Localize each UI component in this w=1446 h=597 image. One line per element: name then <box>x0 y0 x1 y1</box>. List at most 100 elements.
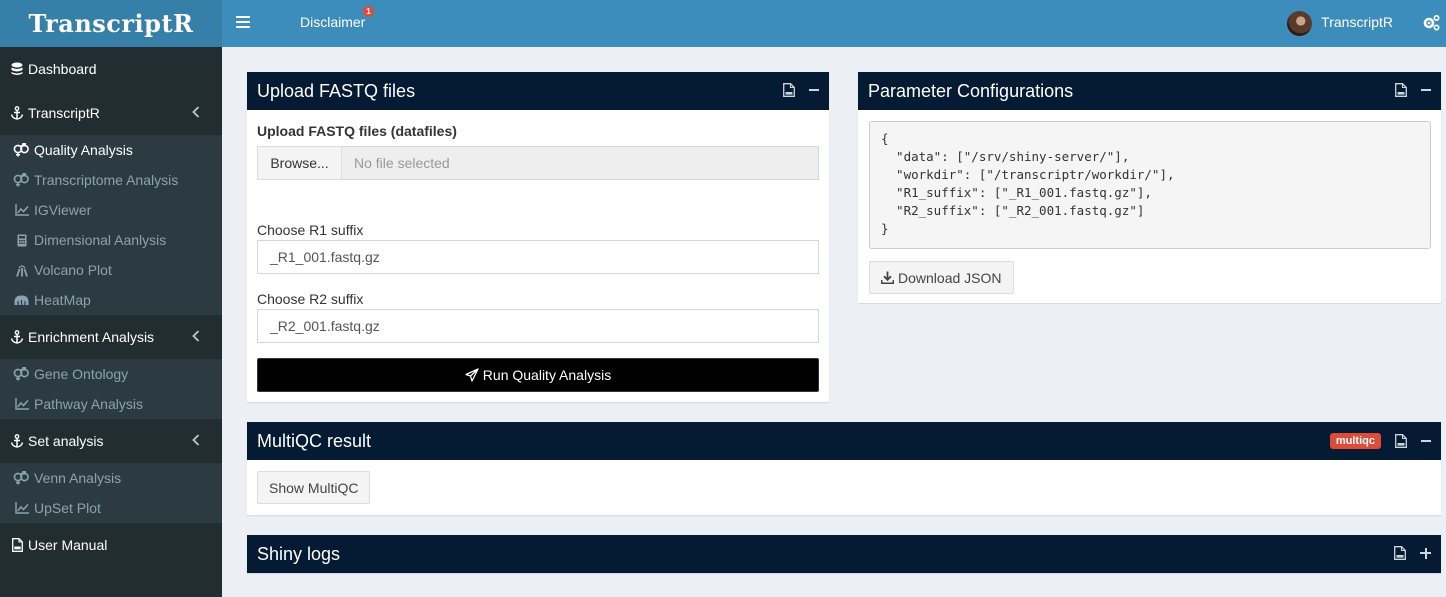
sidebar-item-label: Volcano Plot <box>34 262 112 278</box>
gears-icon[interactable] <box>1422 14 1440 32</box>
box-tools <box>783 83 819 97</box>
sidebar-item-label: Venn Analysis <box>34 470 122 486</box>
box-title: Upload FASTQ files <box>257 80 416 101</box>
sidebar-item-label: Set analysis <box>28 433 104 449</box>
sidebar-item-volcano-plot[interactable]: Volcano Plot <box>0 255 222 285</box>
dome-icon <box>13 293 30 307</box>
button-label: Run Quality Analysis <box>482 367 612 383</box>
disclaimer-link[interactable]: Disclaimer <box>300 14 365 30</box>
button-label: Download JSON <box>898 269 1002 286</box>
r2-suffix-label: Choose R2 suffix <box>257 291 364 307</box>
sidebar-item-label: Quality Analysis <box>34 142 133 158</box>
file-pdf-icon[interactable] <box>1394 546 1406 560</box>
browse-button[interactable]: Browse... <box>257 146 342 180</box>
sidebar-item-transcriptome-analysis[interactable]: Transcriptome Analysis <box>0 165 222 195</box>
anchor-icon <box>10 106 24 120</box>
sidebar-item-heatmap[interactable]: HeatMap <box>0 285 222 315</box>
box-title: MultiQC result <box>257 430 372 451</box>
expand-plus-icon[interactable] <box>1420 547 1431 559</box>
parameter-config-box: Parameter Configurations { "data": ["/sr… <box>858 72 1441 303</box>
anchor-icon <box>10 434 24 448</box>
line-chart-icon <box>13 501 30 515</box>
venus-mars-icon <box>13 173 30 187</box>
sidebar-item-label: UpSet Plot <box>34 500 101 516</box>
file-input-label: Upload FASTQ files (datafiles) <box>257 123 457 139</box>
json-config-output: { "data": ["/srv/shiny-server/"], "workd… <box>869 121 1431 249</box>
sidebar-item-label: TranscriptR <box>28 105 100 121</box>
download-icon <box>881 271 894 284</box>
run-quality-analysis-button[interactable]: Run Quality Analysis <box>257 358 819 392</box>
sidebar-item-label: Dashboard <box>28 61 97 77</box>
user-avatar[interactable] <box>1287 11 1312 36</box>
sidebar-item-venn-analysis[interactable]: Venn Analysis <box>0 463 222 493</box>
shiny-logs-box: Shiny logs <box>247 535 1441 573</box>
line-chart-icon <box>13 203 30 217</box>
file-pdf-icon[interactable] <box>1395 83 1407 97</box>
file-input-group: Browse... No file selected <box>257 146 819 180</box>
user-menu-name[interactable]: TranscriptR <box>1321 14 1393 30</box>
sidebar-item-label: Transcriptome Analysis <box>34 172 179 188</box>
file-pdf-icon[interactable] <box>783 83 795 97</box>
show-multiqc-button[interactable]: Show MultiQC <box>257 471 371 504</box>
sidebar-item-label: Gene Ontology <box>34 366 129 382</box>
sidebar-item-label: IGViewer <box>34 202 92 218</box>
minimize-icon[interactable] <box>1421 440 1431 442</box>
sidebar-submenu-enrichment: Gene Ontology Pathway Analysis <box>0 359 222 419</box>
volcano-icon <box>13 263 30 277</box>
sidebar-item-label: Dimensional Aanlysis <box>34 232 167 248</box>
sidebar-item-dashboard[interactable]: Dashboard <box>0 47 222 91</box>
box-title: Parameter Configurations <box>868 80 1074 101</box>
app-logo[interactable]: TranscriptR <box>0 0 222 47</box>
database-icon <box>10 62 24 76</box>
sidebar-item-set-analysis[interactable]: Set analysis <box>0 419 222 463</box>
sidebar-toggle-icon[interactable] <box>236 13 250 29</box>
sidebar-item-dimensional-analysis[interactable]: Dimensional Aanlysis <box>0 225 222 255</box>
paper-plane-icon <box>465 368 479 382</box>
sidebar-item-gene-ontology[interactable]: Gene Ontology <box>0 359 222 389</box>
venus-mars-icon <box>13 471 30 485</box>
file-pdf-icon <box>10 538 24 552</box>
file-name-field[interactable]: No file selected <box>342 146 819 180</box>
sidebar-item-igviewer[interactable]: IGViewer <box>0 195 222 225</box>
calculator-icon <box>13 233 30 247</box>
multiqc-badge: multiqc <box>1329 433 1381 449</box>
sidebar-item-label: User Manual <box>28 537 108 553</box>
sidebar-item-user-manual[interactable]: User Manual <box>0 523 222 567</box>
sidebar-item-transcriptr[interactable]: TranscriptR <box>0 91 222 135</box>
sidebar: Dashboard TranscriptR Quality Analysis T… <box>0 47 222 597</box>
venus-mars-icon <box>13 367 30 381</box>
upload-fastq-box: Upload FASTQ files Upload FASTQ files (d… <box>247 72 829 402</box>
sidebar-item-label: Pathway Analysis <box>34 396 143 412</box>
file-pdf-icon[interactable] <box>1395 434 1407 448</box>
r1-suffix-label: Choose R1 suffix <box>257 222 364 238</box>
line-chart-icon <box>13 397 30 411</box>
sidebar-item-enrichment-analysis[interactable]: Enrichment Analysis <box>0 315 222 359</box>
box-tools: multiqc <box>1329 433 1431 449</box>
box-header: Shiny logs <box>247 535 1441 573</box>
minimize-icon[interactable] <box>1421 89 1431 91</box>
anchor-icon <box>10 330 24 344</box>
chevron-left-icon <box>192 330 200 342</box>
r1-suffix-input[interactable]: _R1_001.fastq.gz <box>257 240 819 274</box>
chevron-left-icon <box>192 434 200 446</box>
multiqc-result-box: MultiQC result multiqc Show MultiQC <box>247 422 1441 515</box>
sidebar-submenu-set-analysis: Venn Analysis UpSet Plot <box>0 463 222 523</box>
box-header: MultiQC result multiqc <box>247 422 1441 460</box>
download-json-button[interactable]: Download JSON <box>869 261 1014 294</box>
box-header: Parameter Configurations <box>858 72 1441 110</box>
disclaimer-badge: 1 <box>363 6 374 17</box>
sidebar-item-label: Enrichment Analysis <box>28 329 155 345</box>
box-header: Upload FASTQ files <box>247 72 829 110</box>
sidebar-item-quality-analysis[interactable]: Quality Analysis <box>0 135 222 165</box>
minimize-icon[interactable] <box>809 89 819 91</box>
venus-mars-icon <box>13 143 30 157</box>
r2-suffix-input[interactable]: _R2_001.fastq.gz <box>257 309 819 343</box>
sidebar-item-label: HeatMap <box>34 292 91 308</box>
sidebar-submenu-transcriptr: Quality Analysis Transcriptome Analysis … <box>0 135 222 315</box>
box-title: Shiny logs <box>257 543 341 564</box>
top-navbar: Disclaimer 1 TranscriptR <box>222 0 1446 47</box>
chevron-left-icon <box>192 106 200 118</box>
box-tools <box>1394 546 1431 560</box>
sidebar-item-upset-plot[interactable]: UpSet Plot <box>0 493 222 523</box>
sidebar-item-pathway-analysis[interactable]: Pathway Analysis <box>0 389 222 419</box>
